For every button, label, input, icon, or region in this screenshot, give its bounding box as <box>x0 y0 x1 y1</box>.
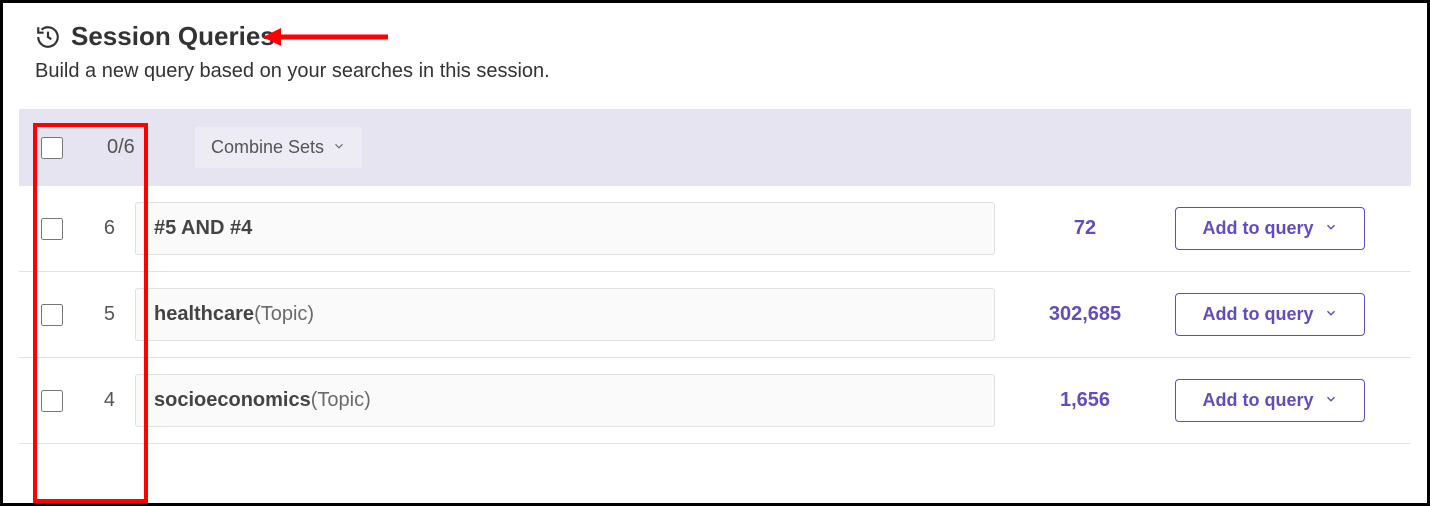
result-count[interactable]: 1,656 <box>1015 389 1155 412</box>
combine-sets-label: Combine Sets <box>211 137 324 158</box>
row-checkbox[interactable] <box>41 218 63 240</box>
query-text[interactable]: socioeconomics (Topic) <box>135 374 995 427</box>
add-to-query-label: Add to query <box>1203 218 1314 239</box>
chevron-down-icon <box>1324 304 1338 325</box>
row-checkbox[interactable] <box>41 304 63 326</box>
add-to-query-button[interactable]: Add to query <box>1175 293 1365 336</box>
query-bold: socioeconomics <box>154 389 311 412</box>
query-text[interactable]: #5 AND #4 <box>135 202 995 255</box>
chevron-down-icon <box>332 137 346 158</box>
page-subtitle: Build a new query based on your searches… <box>3 60 1427 105</box>
row-number: 5 <box>93 303 115 326</box>
select-all-checkbox[interactable] <box>41 137 63 159</box>
table-row: 4 socioeconomics (Topic) 1,656 Add to qu… <box>19 358 1411 444</box>
query-light: (Topic) <box>311 389 371 412</box>
add-to-query-button[interactable]: Add to query <box>1175 207 1365 250</box>
query-bold: #5 AND #4 <box>154 217 252 240</box>
result-count[interactable]: 72 <box>1015 217 1155 240</box>
selection-count: 0/6 <box>107 136 141 159</box>
history-icon <box>35 24 61 50</box>
query-text[interactable]: healthcare (Topic) <box>135 288 995 341</box>
page-title: Session Queries <box>71 21 275 52</box>
chevron-down-icon <box>1324 218 1338 239</box>
panel-toolbar: 0/6 Combine Sets <box>19 109 1411 186</box>
chevron-down-icon <box>1324 390 1338 411</box>
query-light: (Topic) <box>254 303 314 326</box>
row-number: 4 <box>93 389 115 412</box>
add-to-query-label: Add to query <box>1203 390 1314 411</box>
table-row: 5 healthcare (Topic) 302,685 Add to quer… <box>19 272 1411 358</box>
table-row: 6 #5 AND #4 72 Add to query <box>19 186 1411 272</box>
result-count[interactable]: 302,685 <box>1015 303 1155 326</box>
row-number: 6 <box>93 217 115 240</box>
add-to-query-label: Add to query <box>1203 304 1314 325</box>
combine-sets-button[interactable]: Combine Sets <box>195 127 362 168</box>
add-to-query-button[interactable]: Add to query <box>1175 379 1365 422</box>
query-bold: healthcare <box>154 303 254 326</box>
session-queries-panel: 0/6 Combine Sets 6 #5 AND #4 72 Add to q… <box>19 109 1411 444</box>
header: Session Queries <box>3 3 1427 60</box>
row-checkbox[interactable] <box>41 390 63 412</box>
annotation-arrow <box>263 25 388 49</box>
